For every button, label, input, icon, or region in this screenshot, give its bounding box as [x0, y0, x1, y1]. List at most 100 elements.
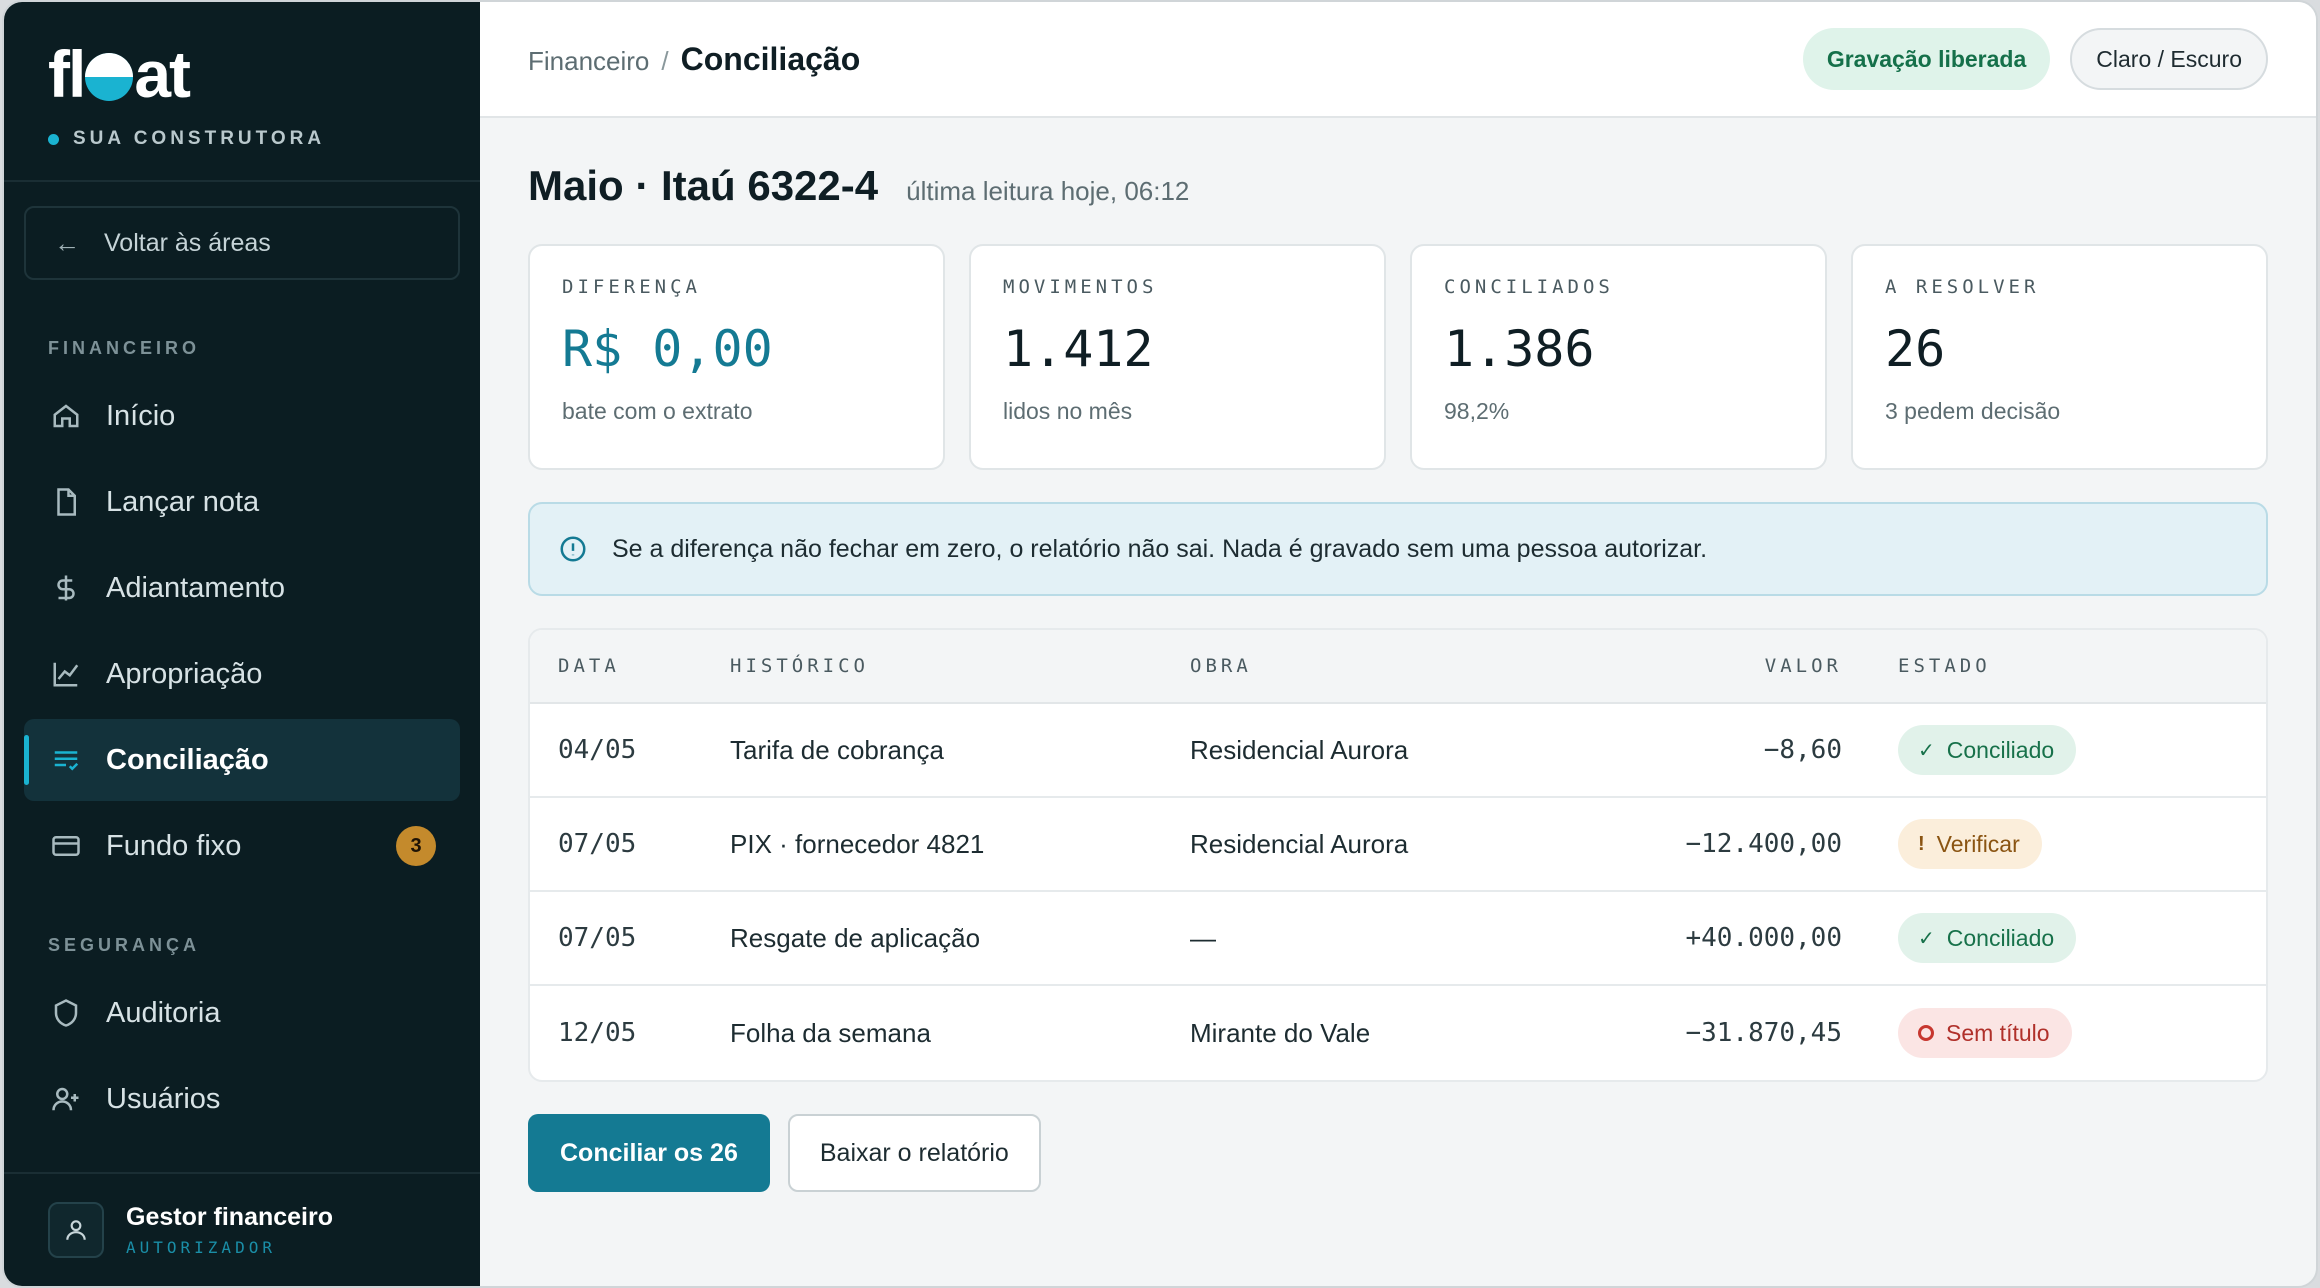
column-header-valor[interactable]: VALOR	[1610, 655, 1842, 677]
circle-icon	[1918, 1025, 1934, 1041]
cell-history: Folha da semana	[730, 1017, 931, 1048]
cell-date: 07/05	[558, 829, 637, 859]
notice-text: Se a diferença não fechar em zero, o rel…	[612, 534, 1708, 563]
sidebar-item-conciliacao[interactable]: Conciliação	[24, 719, 460, 801]
table-row[interactable]: 12/05 Folha da semana Mirante do Vale −3…	[530, 986, 2266, 1080]
chart-icon	[50, 658, 82, 690]
section-label-seguranca: SEGURANÇA	[48, 935, 201, 955]
file-icon	[50, 486, 82, 518]
table-row[interactable]: 04/05 Tarifa de cobrança Residencial Aur…	[530, 704, 2266, 798]
table-row[interactable]: 07/05 Resgate de aplicação — +40.000,00 …	[530, 892, 2266, 986]
stat-label: MOVIMENTOS	[1003, 276, 1158, 298]
sidebar-item-apropriacao[interactable]: Apropriação	[24, 633, 460, 715]
page-title: Maio · Itaú 6322-4	[528, 162, 879, 209]
table-row[interactable]: 07/05 PIX · fornecedor 4821 Residencial …	[530, 798, 2266, 892]
back-to-areas-button[interactable]: ← Voltar às áreas	[24, 206, 460, 280]
transactions-table: DATA HISTÓRICO OBRA VALOR ESTADO 04/05 T…	[528, 628, 2268, 1082]
stat-value: R$ 0,00	[562, 320, 773, 378]
user-role: AUTORIZADOR	[126, 1238, 276, 1257]
sidebar-item-auditoria[interactable]: Auditoria	[24, 972, 460, 1054]
card-icon	[50, 830, 82, 862]
topbar: Financeiro / Conciliação Gravação libera…	[480, 2, 2316, 118]
fundo-fixo-count-badge: 3	[396, 826, 436, 866]
nav-financeiro: Início Lançar nota Adiantamento Apropria…	[4, 373, 480, 891]
status-badge[interactable]: ✓ Conciliado	[1898, 913, 2077, 963]
stat-value: 1.412	[1003, 320, 1154, 378]
user-icon	[66, 1220, 86, 1240]
status-badge[interactable]: ! Verificar	[1898, 819, 2042, 869]
check-icon: ✓	[1918, 927, 1935, 950]
cell-value: −8,60	[1763, 735, 1842, 765]
section-label-financeiro: FINANCEIRO	[48, 338, 200, 358]
cell-date: 07/05	[558, 923, 637, 953]
exclamation-icon: !	[1918, 832, 1925, 855]
stat-note: bate com o extrato	[562, 398, 753, 424]
stat-card-conciliados: CONCILIADOS 1.386 98,2%	[1410, 244, 1827, 470]
sidebar: fl at SUA CONSTRUTORA ← Voltar às áreas F…	[4, 2, 480, 1286]
main-area: Financeiro / Conciliação Gravação libera…	[480, 2, 2316, 1286]
current-user[interactable]: Gestor financeiro AUTORIZADOR	[4, 1172, 480, 1286]
cell-value: +40.000,00	[1685, 923, 1842, 953]
download-report-button[interactable]: Baixar o relatório	[787, 1114, 1041, 1192]
arrow-left-icon: ←	[54, 227, 80, 258]
theme-toggle-button[interactable]: Claro / Escuro	[2070, 28, 2268, 90]
cell-history: PIX · fornecedor 4821	[730, 828, 985, 859]
stat-label: A RESOLVER	[1885, 276, 2040, 298]
company-name: SUA CONSTRUTORA	[48, 128, 436, 150]
stat-note: 98,2%	[1444, 398, 1510, 424]
sidebar-item-fundo-fixo[interactable]: Fundo fixo 3	[24, 805, 460, 887]
status-badge[interactable]: Sem título	[1898, 1008, 2072, 1058]
nav-seguranca: Auditoria Usuários	[4, 970, 480, 1144]
user-name: Gestor financeiro	[126, 1203, 333, 1231]
title-row: Maio · Itaú 6322-4 última leitura hoje, …	[528, 162, 2268, 210]
recording-status-pill: Gravação liberada	[1802, 28, 2051, 90]
page-subtitle: última leitura hoje, 06:12	[906, 176, 1190, 206]
action-buttons: Conciliar os 26 Baixar o relatório	[528, 1114, 2268, 1192]
column-header-obra[interactable]: OBRA	[1190, 655, 1610, 677]
column-header-historico[interactable]: HISTÓRICO	[730, 655, 1190, 677]
stat-card-diferenca: DIFERENÇA R$ 0,00 bate com o extrato	[528, 244, 945, 470]
check-icon: ✓	[1918, 739, 1935, 762]
content: Maio · Itaú 6322-4 última leitura hoje, …	[480, 118, 2316, 1192]
cell-date: 12/05	[558, 1018, 637, 1048]
dollar-icon	[50, 572, 82, 604]
shield-icon	[50, 997, 82, 1029]
cell-site: Residencial Aurora	[1190, 734, 1409, 765]
stat-card-a-resolver: A RESOLVER 26 3 pedem decisão	[1851, 244, 2268, 470]
stat-card-movimentos: MOVIMENTOS 1.412 lidos no mês	[969, 244, 1386, 470]
user-add-icon	[50, 1083, 82, 1115]
stat-value: 1.386	[1444, 320, 1595, 378]
sidebar-item-usuarios[interactable]: Usuários	[24, 1058, 460, 1140]
cell-value: −31.870,45	[1685, 1018, 1842, 1048]
stats-row: DIFERENÇA R$ 0,00 bate com o extrato MOV…	[528, 244, 2268, 470]
stat-note: lidos no mês	[1003, 398, 1133, 424]
stat-value: 26	[1885, 320, 1946, 378]
column-header-data[interactable]: DATA	[530, 655, 730, 677]
cell-date: 04/05	[558, 735, 637, 765]
company-dot-icon	[48, 133, 59, 145]
avatar	[48, 1202, 104, 1258]
stat-label: CONCILIADOS	[1444, 276, 1614, 298]
cell-site: —	[1190, 922, 1216, 953]
logo-o-mark	[85, 53, 134, 101]
reconcile-all-button[interactable]: Conciliar os 26	[528, 1114, 770, 1192]
breadcrumb-separator: /	[661, 45, 669, 76]
sidebar-item-adiantamento[interactable]: Adiantamento	[24, 547, 460, 629]
breadcrumb-financeiro[interactable]: Financeiro	[528, 46, 649, 77]
cell-site: Mirante do Vale	[1190, 1017, 1371, 1048]
cell-value: −12.400,00	[1685, 829, 1842, 859]
sidebar-item-lancar-nota[interactable]: Lançar nota	[24, 461, 460, 543]
status-badge[interactable]: ✓ Conciliado	[1898, 725, 2077, 775]
breadcrumb: Financeiro / Conciliação	[528, 41, 860, 78]
brand: fl at SUA CONSTRUTORA	[4, 2, 480, 182]
stat-label: DIFERENÇA	[562, 276, 701, 298]
info-notice: Se a diferença não fechar em zero, o rel…	[528, 502, 2268, 596]
top-actions: Gravação liberada Claro / Escuro	[1802, 28, 2268, 90]
column-header-estado[interactable]: ESTADO	[1842, 655, 1991, 677]
cell-site: Residencial Aurora	[1190, 828, 1409, 859]
table-header: DATA HISTÓRICO OBRA VALOR ESTADO	[530, 630, 2266, 704]
cell-history: Resgate de aplicação	[730, 922, 981, 953]
sidebar-item-inicio[interactable]: Início	[24, 375, 460, 457]
home-icon	[50, 400, 82, 432]
reconcile-icon	[50, 744, 82, 776]
